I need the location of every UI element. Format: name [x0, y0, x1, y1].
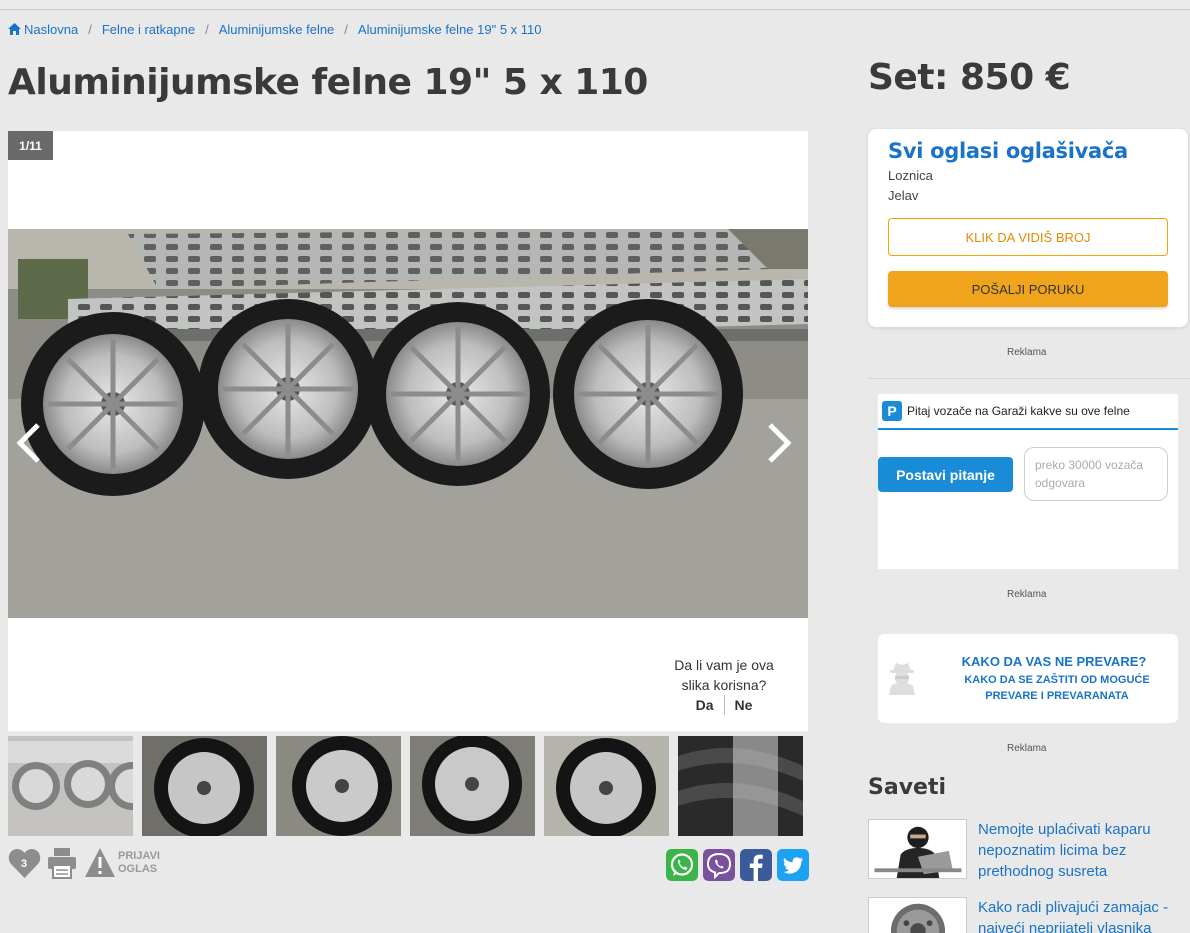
- home-icon: [8, 23, 21, 35]
- breadcrumb-home[interactable]: Naslovna: [8, 22, 78, 37]
- thumbnail-strip: [8, 736, 808, 836]
- tips-heading: Saveti: [868, 775, 947, 800]
- send-message-button[interactable]: POŠALJI PORUKU: [888, 271, 1168, 307]
- thumbnail[interactable]: [142, 736, 267, 836]
- feedback-yes-button[interactable]: Da: [686, 695, 724, 715]
- breadcrumb-felne-ratkapne[interactable]: Felne i ratkapne: [102, 22, 195, 37]
- breadcrumb: Naslovna / Felne i ratkapne / Aluminijum…: [8, 22, 542, 37]
- breadcrumb-current[interactable]: Aluminijumske felne 19" 5 x 110: [358, 22, 542, 37]
- all-seller-ads-link[interactable]: Svi oglasi oglašivača: [888, 139, 1128, 163]
- garaza-header-text: Pitaj vozače na Garaži kakve su ove feln…: [907, 404, 1130, 418]
- report-label-line1: PRIJAVI: [118, 850, 160, 862]
- breadcrumb-separator: /: [88, 22, 92, 37]
- report-ad-link[interactable]: PRIJAVI OGLAS: [118, 850, 160, 876]
- twitter-icon[interactable]: [777, 849, 809, 881]
- thumbnail[interactable]: [410, 736, 535, 836]
- photo-gallery[interactable]: 1/11 Da li vam je ova slika korisna? Da …: [8, 131, 808, 731]
- print-icon[interactable]: [46, 846, 78, 880]
- show-phone-button[interactable]: KLIK DA VIDIŠ BROJ: [888, 218, 1168, 256]
- breadcrumb-separator: /: [344, 22, 348, 37]
- ad-label: Reklama: [1007, 589, 1047, 600]
- whatsapp-icon[interactable]: [666, 849, 698, 881]
- tip-title: Nemojte uplaćivati kaparu nepoznatim lic…: [978, 821, 1151, 880]
- tip-item[interactable]: Nemojte uplaćivati kaparu nepoznatim lic…: [868, 819, 1190, 880]
- favorite-count: 3: [21, 858, 27, 870]
- photo-feedback: Da li vam je ova slika korisna? Da Ne: [664, 655, 784, 715]
- listing-actions: 3 PRIJAVI OGLAS: [8, 846, 160, 880]
- share-buttons: [666, 849, 809, 881]
- next-photo-arrow[interactable]: [764, 421, 794, 465]
- garaza-logo-icon: P: [882, 401, 902, 421]
- photo-counter: 1/11: [8, 131, 53, 160]
- feedback-no-button[interactable]: Ne: [725, 695, 763, 715]
- garaza-info-bubble: preko 30000 vozača odgovara: [1024, 447, 1168, 501]
- seller-location: Loznica Jelav: [888, 166, 933, 206]
- prev-photo-arrow[interactable]: [14, 421, 44, 465]
- scam-warning-subtitle: KAKO DA SE ZAŠTITI OD MOGUĆE PREVARE I P…: [964, 674, 1150, 702]
- scam-warning-title: KAKO DA VAS NE PREVARE?: [961, 654, 1147, 669]
- divider: [868, 378, 1190, 379]
- top-bar: [0, 0, 1190, 10]
- viber-icon[interactable]: [703, 849, 735, 881]
- price: Set: 850 €: [868, 57, 1071, 98]
- seller-place: Jelav: [888, 188, 919, 203]
- warning-report-icon[interactable]: [84, 846, 116, 880]
- seller-card: Svi oglasi oglašivača Loznica Jelav KLIK…: [868, 129, 1188, 327]
- page-title: Aluminijumske felne 19" 5 x 110: [8, 62, 648, 103]
- feedback-question: Da li vam je ova slika korisna?: [674, 657, 774, 693]
- thumbnail[interactable]: [544, 736, 669, 836]
- ad-label: Reklama: [1007, 743, 1047, 754]
- main-photo[interactable]: [8, 229, 808, 618]
- tip-title: Kako radi plivajući zamajac - najveći ne…: [978, 899, 1169, 933]
- breadcrumb-separator: /: [205, 22, 209, 37]
- thumbnail[interactable]: [8, 736, 133, 836]
- seller-city: Loznica: [888, 168, 933, 183]
- heart-favorite-icon[interactable]: 3: [8, 846, 41, 880]
- breadcrumb-home-label: Naslovna: [24, 22, 79, 37]
- ask-question-button[interactable]: Postavi pitanje: [878, 457, 1013, 492]
- garaza-header: P Pitaj vozače na Garaži kakve su ove fe…: [878, 394, 1178, 430]
- garaza-widget: P Pitaj vozače na Garaži kakve su ove fe…: [878, 394, 1178, 569]
- tip-thumbnail: [868, 819, 967, 879]
- tip-thumbnail: [868, 897, 967, 933]
- facebook-icon[interactable]: [740, 849, 772, 881]
- spy-icon: [889, 663, 915, 695]
- breadcrumb-aluminijumske-felne[interactable]: Aluminijumske felne: [219, 22, 335, 37]
- thumbnail[interactable]: [276, 736, 401, 836]
- report-label-line2: OGLAS: [118, 863, 158, 875]
- scam-warning-banner[interactable]: KAKO DA VAS NE PREVARE? KAKO DA SE ZAŠTI…: [878, 634, 1178, 723]
- ad-label: Reklama: [1007, 347, 1047, 358]
- tip-item[interactable]: Kako radi plivajući zamajac - najveći ne…: [868, 897, 1190, 933]
- thumbnail[interactable]: [678, 736, 803, 836]
